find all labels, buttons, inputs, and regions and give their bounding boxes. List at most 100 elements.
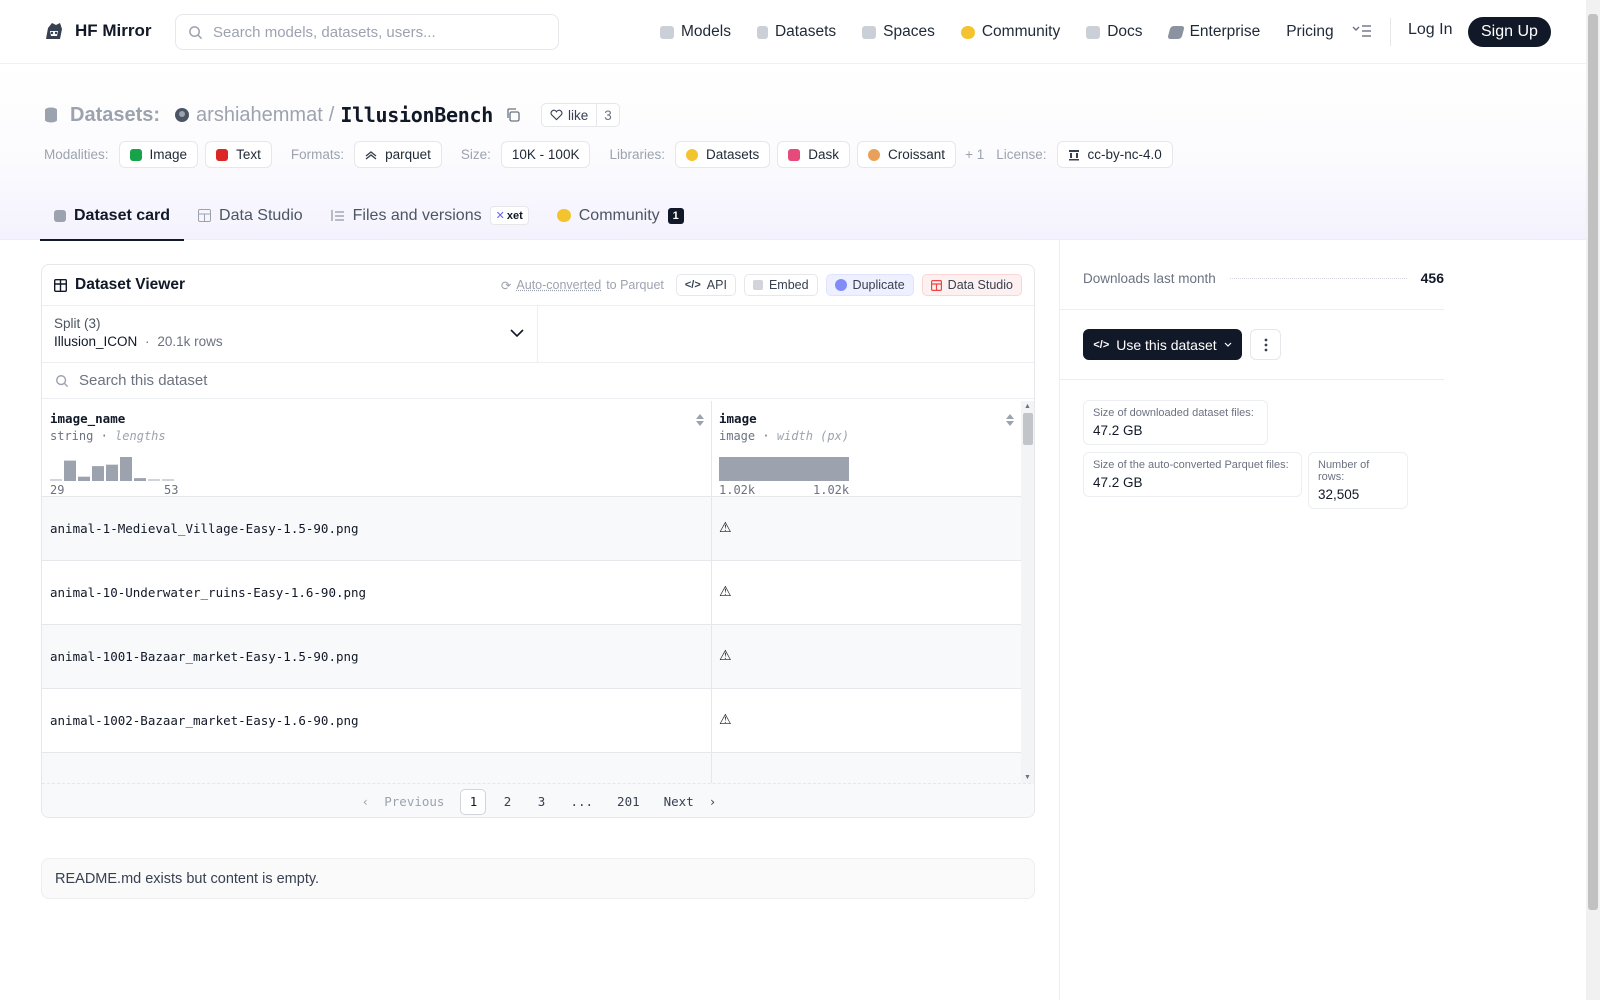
grid-icon [862,25,877,39]
tab-community[interactable]: Community 1 [543,191,698,240]
dataset-name[interactable]: IllusionBench [340,103,493,127]
sort-icon[interactable] [695,413,705,427]
nav-community[interactable]: Community [960,23,1060,41]
nav-docs[interactable]: Docs [1086,23,1143,41]
tab-community-label: Community [578,206,660,224]
auto-converted-link[interactable]: Auto-converted [516,278,601,292]
histogram-max: 53 [164,483,179,497]
page-scrollbar[interactable] [1586,0,1600,1000]
embed-button[interactable]: Embed [743,274,818,296]
tab-data-studio-label: Data Studio [219,206,303,224]
more-libraries[interactable]: + 1 [965,147,984,162]
tab-files-and-versions[interactable]: Files and versions ✕ xet [317,191,543,240]
sidebar-separator [1059,309,1444,310]
nav-models[interactable]: Models [660,23,731,41]
dask-icon [788,148,801,161]
histogram-bar[interactable] [64,460,76,481]
modality-tag-image[interactable]: Image [118,141,199,168]
more-menu-button[interactable] [1352,22,1372,43]
more-options-button[interactable] [1250,329,1281,360]
nav-enterprise[interactable]: Enterprise [1166,23,1260,41]
refresh-icon: ⟳ [500,278,512,293]
table-scroll-thumb[interactable] [1023,413,1033,445]
library-tag-croissant[interactable]: Croissant [857,141,957,168]
histogram-bar[interactable] [148,479,160,481]
next-label: Next [663,794,694,809]
page-button-last[interactable]: 201 [609,789,648,815]
table-row[interactable]: animal-10-Underwater_ruins-Easy-1.6-90.p… [42,561,1021,625]
histogram-bar[interactable] [162,479,174,481]
library-tag-dask[interactable]: Dask [777,141,851,168]
tab-dataset-card[interactable]: Dataset card [40,191,185,241]
format-tag-parquet[interactable]: parquet [354,141,442,168]
stat-value: 47.2 GB [1093,475,1143,490]
nav-datasets[interactable]: Datasets [756,23,836,41]
previous-page-button[interactable]: ‹ Previous [354,789,453,815]
login-link[interactable]: Log In [1408,21,1452,39]
license-tag[interactable]: cc-by-nc-4.0 [1056,141,1173,168]
dataset-search[interactable] [42,363,1034,399]
stat-value: 47.2 GB [1093,423,1143,438]
data-studio-button[interactable]: Data Studio [921,274,1022,296]
image-icon [129,148,142,161]
owner-link[interactable]: arshiahemmat [196,104,323,127]
files-icon [330,210,344,221]
page-button-1[interactable]: 1 [460,788,487,815]
tab-data-studio[interactable]: Data Studio [184,191,317,240]
table-row[interactable]: animal-1001-Bazaar_market-Easy-1.5-90.pn… [42,625,1021,689]
formats-label: Formats: [290,147,345,162]
histogram-bar[interactable] [106,464,118,481]
viewer-title-text: Dataset Viewer [75,276,185,293]
column-type: string · lengths [50,429,166,443]
split-selector[interactable]: Split (3) Illusion_ICON · 20.1k rows [42,306,538,362]
global-search-input[interactable] [213,23,543,41]
split-value: Illusion_ICON · 20.1k rows [54,334,525,349]
dataset-title: Datasets: arshiahemmat / IllusionBench l… [44,103,620,127]
xet-badge: ✕ xet [489,206,529,225]
home-logo[interactable]: HF Mirror [42,19,152,43]
table-row[interactable] [42,753,1021,783]
cube-icon [660,25,674,39]
column-header-image[interactable]: image image · width (px) 1.02k 1.02k [711,401,1021,497]
use-this-dataset-button[interactable]: </> Use this dataset [1083,329,1242,360]
copy-icon[interactable] [505,107,521,123]
size-tag[interactable]: 10K - 100K [500,141,591,168]
nav-divider [1390,18,1391,46]
warning-icon: ⚠ [719,583,732,599]
nav-spaces[interactable]: Spaces [862,23,935,41]
histogram-bar[interactable] [120,457,132,481]
api-button[interactable]: </> API [675,274,736,296]
scroll-up-arrow[interactable]: ▲ [1024,403,1031,410]
histogram-bar[interactable] [719,457,849,481]
histogram-bar[interactable] [92,466,104,481]
modality-tag-text[interactable]: Text [205,141,272,168]
like-button[interactable]: like 3 [540,103,620,127]
page-button-3[interactable]: 3 [528,789,554,815]
download-size-stat: Size of downloaded dataset files: 47.2 G… [1083,400,1268,445]
histogram-max: 1.02k [813,483,850,497]
nav-pricing[interactable]: Pricing [1286,23,1333,41]
stat-label: Number of rows: [1318,459,1370,483]
column-header-image-name[interactable]: image_name string · lengths 29 53 [42,401,711,497]
dataset-search-input[interactable] [79,372,679,389]
brand-name: HF Mirror [75,21,152,40]
signup-button[interactable]: Sign Up [1468,17,1551,47]
scroll-down-arrow[interactable]: ▼ [1024,774,1031,781]
license-icon [1068,149,1079,160]
histogram-bar[interactable] [50,479,62,481]
column-stat: lengths [115,429,166,443]
page-button-2[interactable]: 2 [494,789,520,815]
sort-icon[interactable] [1005,413,1015,427]
next-page-button[interactable]: Next › [656,789,725,815]
table-icon [198,209,212,222]
page-scroll-thumb[interactable] [1588,14,1598,910]
split-rows: 20.1k rows [157,334,223,349]
table-scrollbar[interactable]: ▲ ▼ [1021,401,1034,783]
table-row[interactable]: animal-1002-Bazaar_market-Easy-1.6-90.pn… [42,689,1021,753]
duplicate-button[interactable]: Duplicate [825,274,914,296]
library-tag-datasets[interactable]: Datasets [674,141,771,168]
table-row[interactable]: animal-1-Medieval_Village-Easy-1.5-90.pn… [42,497,1021,561]
global-search[interactable] [175,14,559,50]
histogram-bar[interactable] [134,478,146,481]
histogram-bar[interactable] [78,476,90,481]
